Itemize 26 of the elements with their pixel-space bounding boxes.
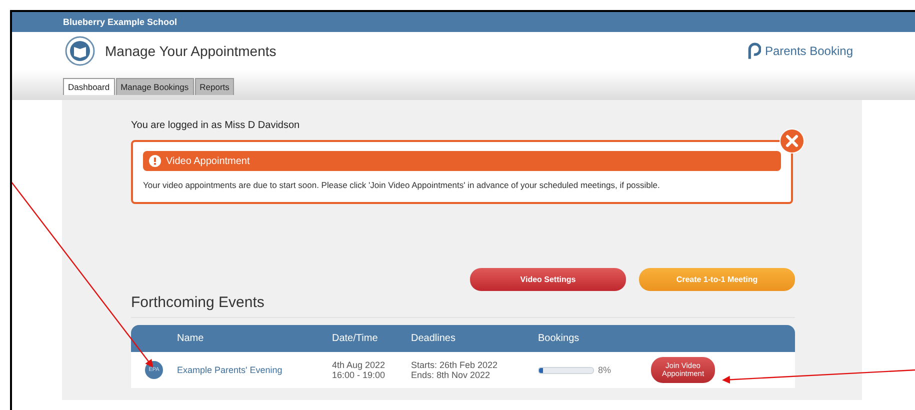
close-icon[interactable]	[779, 128, 805, 154]
section-title: Forthcoming Events	[131, 294, 795, 318]
deadline-end: Ends: 8th Nov 2022	[411, 370, 492, 380]
bookings-progress-bar	[538, 366, 594, 374]
tab[interactable]: Manage Bookings	[116, 78, 194, 95]
tab[interactable]: Reports	[194, 78, 234, 95]
alert-message: Your video appointments are due to start soon. Please click 'Join Video Appointments' in advance of your scheduled meetings, if possible.	[143, 180, 661, 190]
login-status: You are logged in as Miss D Davidson	[131, 119, 301, 131]
page-title: Manage Your Appointments	[105, 43, 276, 59]
tab[interactable]: Dashboard	[63, 78, 115, 95]
column-header: Deadlines	[411, 333, 456, 344]
deadline-start: Starts: 26th Feb 2022	[411, 360, 499, 370]
event-date: 4th Aug 2022	[332, 360, 386, 370]
alert-title: Video Appointment	[166, 156, 250, 166]
brand-logo-icon	[746, 42, 761, 60]
exclamation-icon	[149, 155, 161, 167]
column-header: Date/Time	[332, 333, 379, 344]
school-name: Blueberry Example School	[63, 17, 178, 27]
action-button[interactable]: Video Settings	[470, 268, 626, 291]
event-time: 16:00 - 19:00	[332, 370, 386, 380]
column-header: Bookings	[538, 333, 580, 344]
event-name-link[interactable]: Example Parents' Evening	[177, 365, 282, 375]
school-crest-icon	[65, 36, 95, 66]
bookings-percent: 8%	[598, 365, 612, 375]
brand-name: Parents Booking	[764, 44, 853, 58]
column-header: Name	[177, 333, 205, 344]
